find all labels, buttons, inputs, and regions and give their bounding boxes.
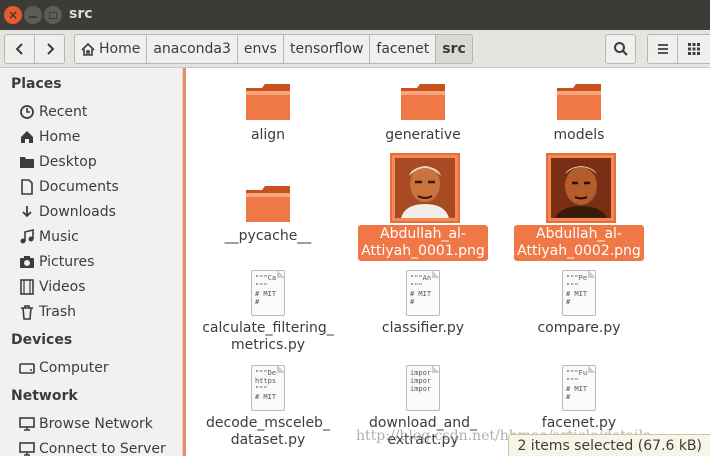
breadcrumb-envs[interactable]: envs	[237, 34, 284, 64]
file-name: __pycache__	[224, 228, 312, 244]
view-toggle-button[interactable]	[677, 34, 710, 64]
chevron-right-icon	[46, 43, 54, 55]
sidebar-item-label: Videos	[39, 279, 86, 295]
minimize-window-button[interactable]	[24, 6, 42, 24]
clock-icon	[19, 104, 35, 120]
network-icon	[19, 416, 35, 432]
image-thumbnail	[390, 153, 460, 223]
sidebar-item-videos[interactable]: Videos	[19, 276, 86, 298]
sidebar-item-label: Music	[39, 229, 79, 245]
server-icon	[19, 441, 35, 456]
sidebar-item-browse-network[interactable]: Browse Network	[19, 413, 153, 435]
portrait-photo-icon	[395, 158, 455, 218]
python-script-icon: """Ca """ # MIT #	[251, 270, 285, 316]
hamburger-menu-icon	[657, 44, 668, 54]
breadcrumb: Home anaconda3 envs tensorflow facenet s…	[74, 34, 473, 64]
sidebar-item-computer[interactable]: Computer	[19, 357, 109, 379]
download-icon	[19, 204, 35, 220]
film-icon	[19, 279, 35, 295]
sidebar: Places Recent Home Desktop Documents Dow…	[0, 68, 183, 456]
sidebar-item-label: Trash	[39, 304, 76, 320]
folder-icon	[246, 84, 290, 120]
file-name: Abdullah_al- Attiyah_0002.png	[514, 225, 644, 261]
places-heading: Places	[11, 76, 62, 92]
folder-icon	[557, 84, 601, 120]
python-script-icon: """Pe """ # MIT #	[562, 270, 596, 316]
breadcrumb-label: Home	[99, 41, 141, 57]
desktop-folder-icon	[19, 154, 35, 170]
sidebar-item-trash[interactable]: Trash	[19, 301, 76, 323]
search-icon	[613, 42, 628, 56]
file-name: align	[250, 127, 286, 143]
toolbar: Home anaconda3 envs tensorflow facenet s…	[0, 30, 710, 68]
maximize-icon	[49, 11, 57, 19]
python-script-icon: """Fu """ # MIT #	[562, 365, 596, 411]
folder-icon	[401, 84, 445, 120]
minimize-icon	[29, 16, 37, 18]
file-name: calculate_filtering_ metrics.py	[202, 320, 334, 353]
sidebar-item-label: Browse Network	[39, 416, 153, 432]
breadcrumb-tensorflow[interactable]: tensorflow	[283, 34, 371, 64]
sidebar-item-connect-to-server[interactable]: Connect to Server	[19, 438, 166, 456]
sidebar-item-downloads[interactable]: Downloads	[19, 201, 116, 223]
image-thumbnail	[546, 153, 616, 223]
trash-icon	[19, 304, 35, 320]
sidebar-item-label: Documents	[39, 179, 119, 195]
sidebar-item-label: Home	[39, 129, 81, 145]
file-view: align generative models __pycache__ Abdu…	[186, 68, 710, 456]
sidebar-item-home[interactable]: Home	[19, 126, 80, 148]
sidebar-item-label: Connect to Server	[39, 441, 166, 456]
folder-icon	[246, 186, 290, 222]
breadcrumb-src[interactable]: src	[436, 34, 473, 64]
chevron-left-icon	[15, 43, 23, 55]
menu-button[interactable]	[647, 34, 678, 64]
python-script-icon: """An """ # MIT #	[406, 270, 440, 316]
file-name: generative	[385, 127, 461, 143]
sidebar-item-label: Recent	[39, 104, 88, 120]
maximize-window-button[interactable]	[44, 6, 62, 24]
sidebar-item-label: Pictures	[39, 254, 95, 270]
network-heading: Network	[11, 388, 78, 404]
sidebar-item-recent[interactable]: Recent	[19, 101, 87, 123]
home-icon	[81, 42, 95, 56]
breadcrumb-facenet[interactable]: facenet	[370, 34, 437, 64]
title-bar: × src	[0, 0, 710, 30]
grid-view-icon	[688, 43, 700, 55]
document-icon	[19, 179, 35, 195]
sidebar-item-documents[interactable]: Documents	[19, 176, 119, 198]
sidebar-item-label: Desktop	[39, 154, 97, 170]
file-name: classifier.py	[381, 320, 465, 336]
sidebar-item-label: Computer	[39, 360, 109, 376]
forward-button[interactable]	[34, 34, 65, 64]
sidebar-item-label: Downloads	[39, 204, 116, 220]
file-name: models	[553, 127, 605, 143]
portrait-photo-icon	[551, 158, 611, 218]
status-bar: 2 items selected (67.6 kB)	[508, 434, 710, 456]
python-script-icon: impor impor impor	[406, 365, 440, 411]
window-title: src	[69, 6, 93, 22]
camera-icon	[19, 254, 35, 270]
drive-icon	[19, 360, 35, 376]
close-window-button[interactable]: ×	[4, 6, 22, 24]
sidebar-item-desktop[interactable]: Desktop	[19, 151, 97, 173]
music-icon	[19, 229, 35, 245]
back-button[interactable]	[4, 34, 35, 64]
sidebar-item-pictures[interactable]: Pictures	[19, 251, 94, 273]
search-button[interactable]	[605, 34, 636, 64]
python-script-icon: """De https """ # MIT	[251, 365, 285, 411]
breadcrumb-home[interactable]: Home	[74, 34, 148, 64]
home-icon	[19, 129, 35, 145]
file-name: decode_msceleb_ dataset.py	[206, 415, 330, 448]
file-name: Abdullah_al- Attiyah_0001.png	[358, 225, 488, 261]
breadcrumb-anaconda3[interactable]: anaconda3	[147, 34, 238, 64]
devices-heading: Devices	[11, 332, 73, 348]
sidebar-item-music[interactable]: Music	[19, 226, 79, 248]
file-name: compare.py	[537, 320, 621, 336]
